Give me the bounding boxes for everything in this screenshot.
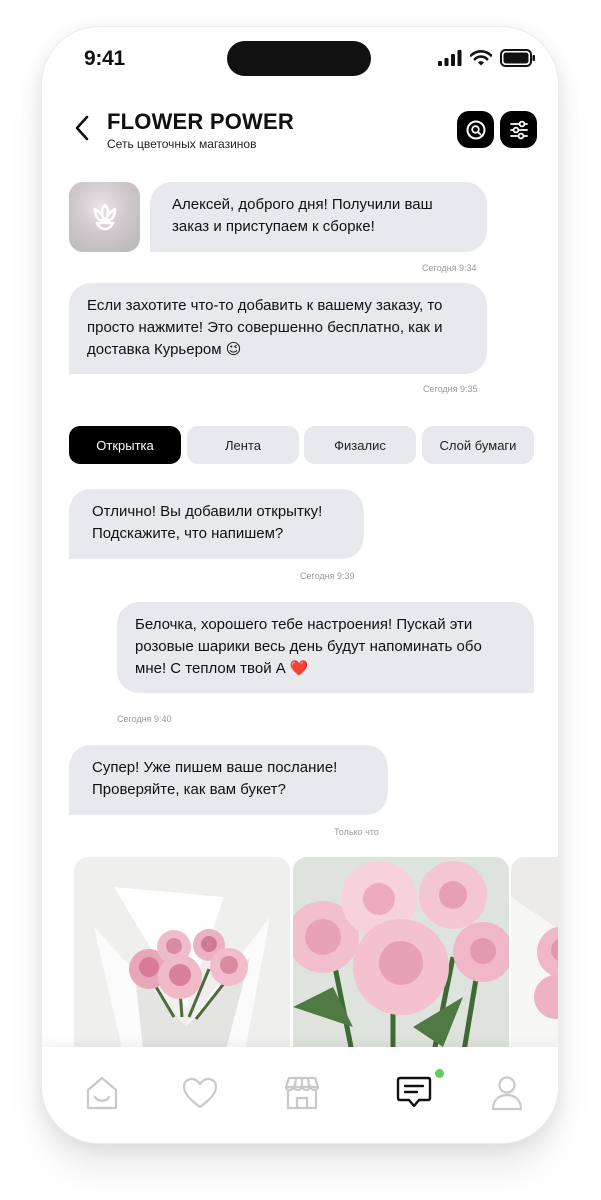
- sliders-icon: [509, 120, 528, 139]
- home-icon: [86, 1076, 118, 1110]
- message-text: Алексей, доброго дня! Получили ваш заказ…: [172, 196, 433, 235]
- message-timestamp: Только что: [334, 827, 379, 837]
- back-button[interactable]: [70, 113, 94, 143]
- chevron-left-icon: [75, 115, 89, 141]
- message-bubble-shop: Алексей, доброго дня! Получили ваш заказ…: [150, 182, 487, 252]
- search-icon: [466, 120, 485, 139]
- heart-icon: [182, 1077, 218, 1109]
- status-icons: [438, 49, 536, 67]
- signal-icon: [438, 50, 462, 66]
- message-timestamp: Сегодня 9:34: [422, 263, 477, 273]
- chat-icon: [396, 1076, 432, 1108]
- chip-physalis[interactable]: Физалис: [304, 426, 416, 464]
- message-bubble-shop: Супер! Уже пишем ваше послание! Проверяй…: [69, 745, 388, 815]
- status-time: 9:41: [84, 47, 125, 70]
- profile-icon: [491, 1076, 523, 1111]
- bouquet-image: [293, 857, 509, 1057]
- tab-profile[interactable]: [487, 1073, 527, 1113]
- chip-ribbon[interactable]: Лента: [187, 426, 299, 464]
- message-text: Белочка, хорошего тебе настроения! Пуска…: [135, 616, 482, 677]
- tab-shop[interactable]: [282, 1073, 322, 1113]
- tab-bar: [42, 1047, 558, 1143]
- message-timestamp: Сегодня 9:35: [423, 384, 478, 394]
- tab-favorites[interactable]: [180, 1073, 220, 1113]
- message-timestamp: Сегодня 9:39: [300, 571, 355, 581]
- wifi-icon: [470, 50, 492, 66]
- message-timestamp: Сегодня 9:40: [117, 714, 172, 724]
- bouquet-photo[interactable]: [511, 857, 558, 1057]
- phone-screen: 9:41 FLOWER POWER Сеть цветочных магазин…: [41, 26, 559, 1144]
- shop-icon: [284, 1076, 320, 1110]
- message-bubble-shop: Если захотите что-то добавить к вашему з…: [69, 283, 487, 374]
- canvas: 9:41 FLOWER POWER Сеть цветочных магазин…: [0, 0, 601, 1200]
- bouquet-photo[interactable]: [74, 857, 290, 1057]
- notification-dot: [435, 1069, 444, 1078]
- message-text: Супер! Уже пишем ваше послание! Проверяй…: [92, 759, 338, 798]
- tab-home[interactable]: [82, 1073, 122, 1113]
- chip-paper-layer[interactable]: Слой бумаги: [422, 426, 534, 464]
- message-text: Отлично! Вы добавили открытку! Подскажит…: [92, 503, 323, 542]
- dynamic-island: [227, 41, 371, 76]
- page-subtitle: Сеть цветочных магазинов: [107, 137, 257, 151]
- bouquet-image: [74, 857, 290, 1057]
- message-bubble-user: Белочка, хорошего тебе настроения! Пуска…: [117, 602, 534, 693]
- tulip-logo-icon: [93, 203, 116, 231]
- page-title: FLOWER POWER: [107, 109, 294, 134]
- message-bubble-shop: Отлично! Вы добавили открытку! Подскажит…: [69, 489, 364, 559]
- chip-postcard[interactable]: Открытка: [69, 426, 181, 464]
- shop-avatar: [69, 182, 140, 252]
- message-text: Если захотите что-то добавить к вашему з…: [87, 297, 443, 358]
- filter-button[interactable]: [500, 111, 537, 148]
- bouquet-image: [511, 857, 558, 1057]
- search-button[interactable]: [457, 111, 494, 148]
- bouquet-photo[interactable]: [293, 857, 509, 1057]
- tab-chat[interactable]: [394, 1073, 434, 1113]
- battery-icon: [500, 49, 535, 67]
